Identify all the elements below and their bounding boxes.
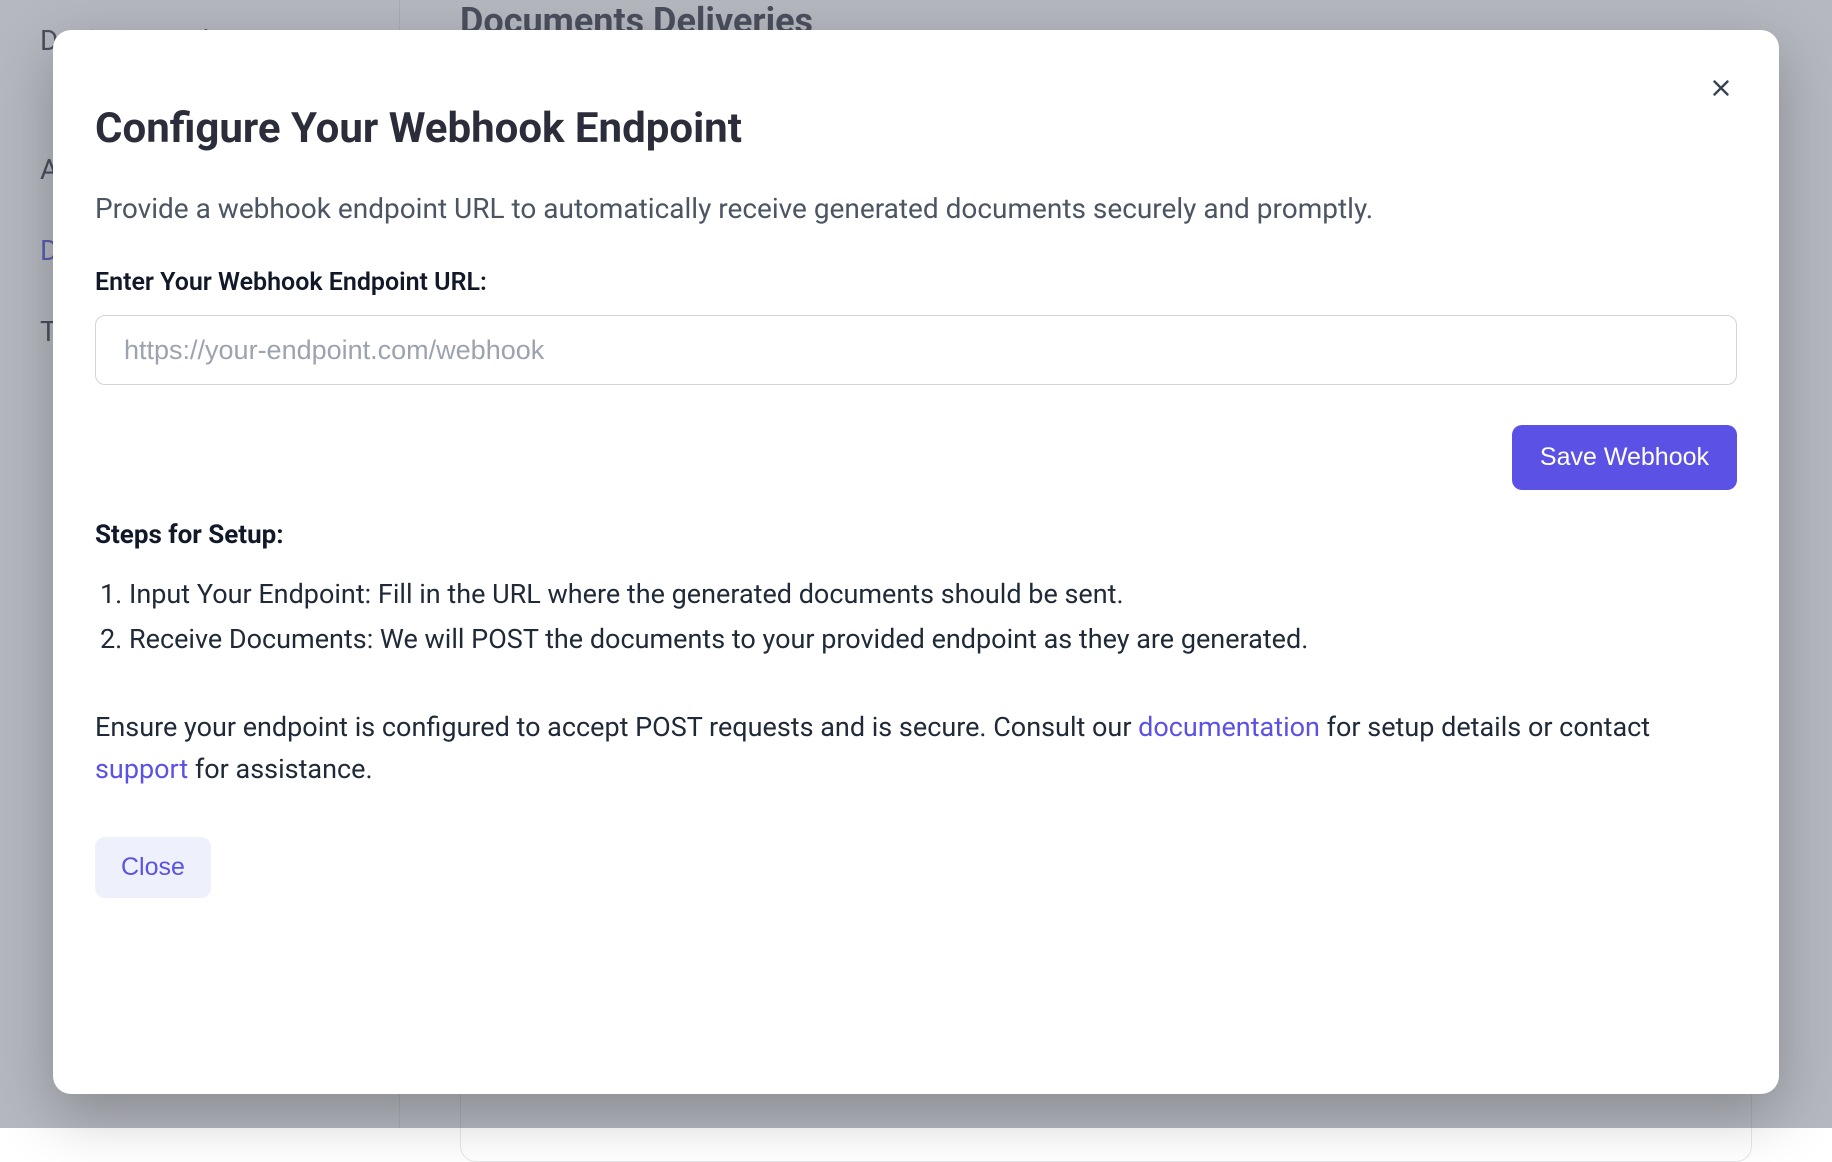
webhook-config-modal: Configure Your Webhook Endpoint Provide … xyxy=(53,30,1779,1094)
setup-steps-list: Input Your Endpoint: Fill in the URL whe… xyxy=(95,572,1737,661)
modal-title: Configure Your Webhook Endpoint xyxy=(95,104,1737,153)
modal-footnote: Ensure your endpoint is configured to ac… xyxy=(95,707,1737,791)
modal-overlay[interactable]: Configure Your Webhook Endpoint Provide … xyxy=(0,0,1832,1128)
close-icon xyxy=(1708,75,1734,101)
footnote-text: for setup details or contact xyxy=(1320,711,1650,743)
footnote-text: Ensure your endpoint is configured to ac… xyxy=(95,711,1138,743)
webhook-url-label: Enter Your Webhook Endpoint URL: xyxy=(95,268,1737,297)
documentation-link[interactable]: documentation xyxy=(1138,711,1320,743)
modal-description: Provide a webhook endpoint URL to automa… xyxy=(95,189,1737,228)
close-icon-button[interactable] xyxy=(1701,68,1741,108)
setup-step: Receive Documents: We will POST the docu… xyxy=(129,617,1737,662)
support-link[interactable]: support xyxy=(95,753,188,785)
steps-heading: Steps for Setup: xyxy=(95,520,1737,550)
close-button[interactable]: Close xyxy=(95,837,211,898)
save-webhook-button[interactable]: Save Webhook xyxy=(1512,425,1737,490)
webhook-url-input[interactable] xyxy=(95,315,1737,385)
setup-step: Input Your Endpoint: Fill in the URL whe… xyxy=(129,572,1737,617)
footnote-text: for assistance. xyxy=(188,753,372,785)
